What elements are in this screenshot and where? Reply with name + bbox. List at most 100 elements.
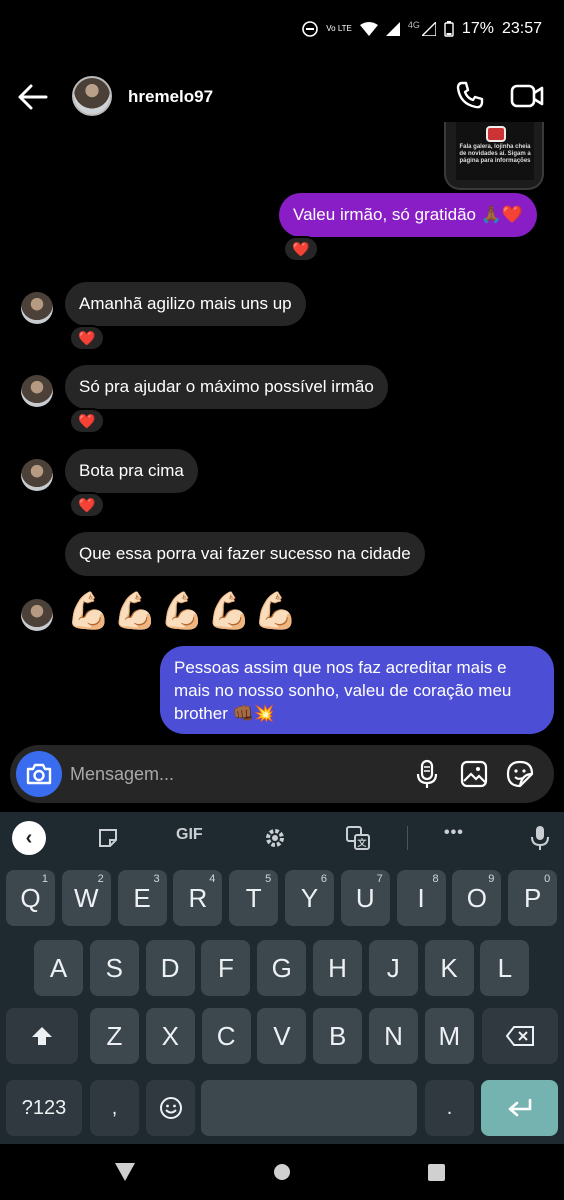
key-m[interactable]: M bbox=[424, 1008, 474, 1064]
key-hint: 3 bbox=[153, 873, 160, 885]
keyboard: ‹ GIF 文 ••• Q1W2E3R4T5Y6U7I8O9P0ASDFGHJK… bbox=[0, 812, 564, 1144]
key-hint: 6 bbox=[320, 873, 327, 885]
message-incoming[interactable]: Só pra ajudar o máximo possível irmão bbox=[65, 365, 388, 409]
back-nav-icon[interactable] bbox=[115, 1163, 135, 1181]
camera-button[interactable] bbox=[16, 751, 62, 797]
recents-nav-icon[interactable] bbox=[428, 1164, 445, 1181]
key-z[interactable]: Z bbox=[90, 1008, 139, 1064]
network-type: 4G bbox=[407, 20, 420, 30]
key-v[interactable]: V bbox=[257, 1008, 307, 1064]
gallery-icon[interactable] bbox=[460, 760, 488, 788]
key-e[interactable]: E3 bbox=[117, 870, 167, 926]
heart-reaction[interactable]: ❤️ bbox=[69, 408, 105, 434]
microphone-icon[interactable] bbox=[530, 825, 550, 851]
key-b[interactable]: B bbox=[313, 1008, 363, 1064]
key-hint: 0 bbox=[544, 873, 551, 885]
key-j[interactable]: J bbox=[368, 940, 418, 996]
key-label: O bbox=[466, 883, 487, 913]
enter-key[interactable] bbox=[481, 1080, 558, 1136]
avatar[interactable] bbox=[21, 375, 53, 407]
avatar[interactable] bbox=[21, 599, 53, 631]
key-c[interactable]: C bbox=[201, 1008, 251, 1064]
key-a[interactable]: A bbox=[34, 940, 83, 996]
gif-button[interactable]: GIF bbox=[176, 826, 203, 844]
message-composer: Mensagem... bbox=[10, 745, 554, 803]
heart-reaction[interactable]: ❤️ bbox=[69, 492, 105, 518]
avatar[interactable] bbox=[21, 292, 53, 324]
battery-percent: 17% bbox=[461, 20, 494, 37]
key-i[interactable]: I8 bbox=[396, 870, 446, 926]
key-label: Q bbox=[20, 883, 41, 913]
translate-icon[interactable]: 文 bbox=[346, 826, 370, 850]
keyboard-toolbar: ‹ GIF 文 ••• bbox=[0, 812, 564, 864]
username[interactable]: hremelo97 bbox=[128, 87, 213, 107]
key-hint: 5 bbox=[265, 873, 272, 885]
battery-icon bbox=[444, 21, 454, 37]
more-options-button[interactable]: ••• bbox=[444, 824, 464, 842]
navigation-bar bbox=[0, 1144, 564, 1200]
key-q[interactable]: Q1 bbox=[6, 870, 55, 926]
heart-reaction[interactable]: ❤️ bbox=[283, 236, 319, 262]
video-call-icon[interactable] bbox=[510, 82, 544, 110]
back-arrow-icon[interactable] bbox=[16, 80, 50, 114]
message-outgoing[interactable]: Valeu irmão, só gratidão 🙏🏾❤️ bbox=[279, 193, 538, 237]
key-t[interactable]: T5 bbox=[229, 870, 279, 926]
shift-icon bbox=[32, 1027, 52, 1045]
key-p[interactable]: P0 bbox=[508, 870, 558, 926]
key-h[interactable]: H bbox=[313, 940, 362, 996]
key-d[interactable]: D bbox=[145, 940, 195, 996]
emoji-key[interactable] bbox=[146, 1080, 195, 1136]
key-label: I bbox=[417, 883, 425, 913]
microphone-icon[interactable] bbox=[414, 759, 440, 789]
key-y[interactable]: Y6 bbox=[285, 870, 334, 926]
avatar[interactable] bbox=[21, 459, 53, 491]
comma-key[interactable]: , bbox=[90, 1080, 139, 1136]
signal-icon bbox=[385, 22, 400, 36]
key-hint: 8 bbox=[432, 873, 439, 885]
shared-post-preview[interactable]: Fala galera, lojinha cheia de novidades … bbox=[444, 122, 544, 190]
key-o[interactable]: O9 bbox=[452, 870, 502, 926]
toolbar-divider bbox=[407, 826, 408, 850]
message-incoming[interactable]: Que essa porra vai fazer sucesso na cida… bbox=[65, 532, 425, 576]
message-incoming[interactable]: Bota pra cima bbox=[65, 449, 198, 493]
key-k[interactable]: K bbox=[424, 940, 474, 996]
backspace-key[interactable] bbox=[482, 1008, 558, 1064]
heart-reaction[interactable]: ❤️ bbox=[69, 325, 105, 351]
keyboard-collapse-button[interactable]: ‹ bbox=[12, 821, 46, 855]
shift-key[interactable] bbox=[6, 1008, 78, 1064]
key-hint: 7 bbox=[376, 873, 383, 885]
enter-icon bbox=[508, 1098, 531, 1117]
key-u[interactable]: U7 bbox=[340, 870, 390, 926]
key-l[interactable]: L bbox=[480, 940, 530, 996]
sticker-icon[interactable] bbox=[506, 760, 534, 788]
symbols-key[interactable]: ?123 bbox=[6, 1080, 82, 1136]
key-s[interactable]: S bbox=[89, 940, 139, 996]
message-outgoing[interactable]: Pessoas assim que nos faz acreditar mais… bbox=[160, 646, 554, 734]
key-n[interactable]: N bbox=[369, 1008, 418, 1064]
key-hint: 4 bbox=[209, 873, 216, 885]
key-r[interactable]: R4 bbox=[173, 870, 223, 926]
message-input[interactable]: Mensagem... bbox=[70, 764, 174, 785]
sticker-icon[interactable] bbox=[97, 827, 119, 849]
phone-icon[interactable] bbox=[455, 80, 485, 110]
key-label: P bbox=[524, 883, 542, 913]
shared-post-image: Fala galera, lojinha cheia de novidades … bbox=[456, 122, 534, 180]
space-bar[interactable] bbox=[201, 1080, 417, 1136]
camera-icon bbox=[26, 763, 52, 785]
key-label: U bbox=[355, 883, 375, 913]
key-hint: 1 bbox=[41, 873, 48, 885]
key-x[interactable]: X bbox=[145, 1008, 195, 1064]
key-label: E bbox=[133, 883, 151, 913]
settings-icon[interactable] bbox=[263, 826, 287, 850]
period-key[interactable]: . bbox=[425, 1080, 474, 1136]
message-incoming[interactable]: Amanhã agilizo mais uns up bbox=[65, 282, 306, 326]
key-g[interactable]: G bbox=[257, 940, 307, 996]
key-w[interactable]: W2 bbox=[61, 870, 111, 926]
emoji-icon bbox=[159, 1097, 182, 1119]
message-emoji[interactable]: 💪🏻💪🏻💪🏻💪🏻💪🏻 bbox=[66, 590, 300, 632]
home-nav-icon[interactable] bbox=[273, 1163, 291, 1181]
key-f[interactable]: F bbox=[201, 940, 251, 996]
avatar[interactable] bbox=[72, 76, 112, 116]
key-hint: 2 bbox=[97, 873, 104, 885]
shared-post-logo bbox=[486, 126, 506, 142]
